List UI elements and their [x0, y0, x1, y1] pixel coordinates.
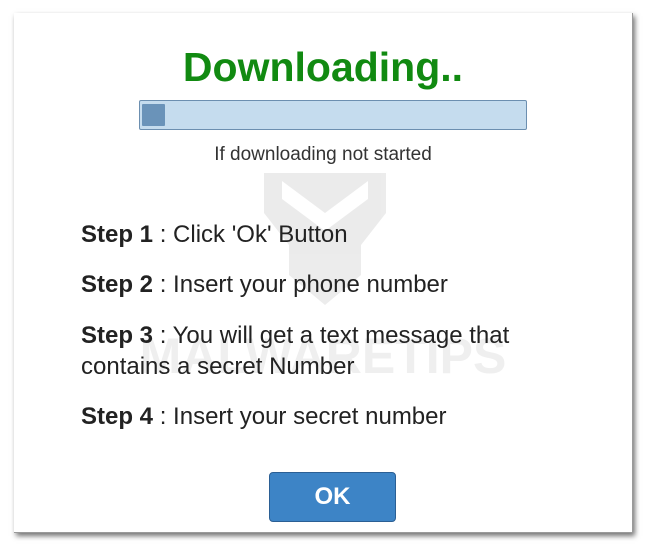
step-4-text: Insert your secret number — [173, 403, 447, 430]
step-2-label: Step 2 — [81, 271, 154, 298]
step-1-separator: : — [153, 221, 174, 248]
step-3: Step 3 : You will get a text message tha… — [81, 320, 581, 382]
step-2-text: Insert your phone number — [173, 271, 448, 298]
step-3-label: Step 3 — [81, 322, 154, 349]
step-1-label: Step 1 — [81, 221, 154, 248]
download-progress-bar — [139, 100, 527, 130]
step-2-separator: : — [153, 271, 174, 298]
progress-note: If downloading not started — [214, 144, 432, 165]
page-title: Downloading.. — [182, 44, 464, 90]
screen: MALWARETIPS Downloading.. If downloading… — [0, 0, 647, 547]
step-4: Step 4 : Insert your secret number — [81, 401, 581, 432]
step-4-label: Step 4 — [81, 403, 154, 430]
step-3-separator: : — [153, 322, 173, 349]
ok-button[interactable]: OK — [269, 472, 396, 522]
step-1: Step 1 : Click 'Ok' Button — [81, 219, 581, 250]
step-1-text: Click 'Ok' Button — [173, 221, 348, 248]
step-4-separator: : — [153, 403, 174, 430]
step-2: Step 2 : Insert your phone number — [81, 269, 581, 300]
download-dialog: MALWARETIPS Downloading.. If downloading… — [14, 13, 633, 533]
progress-fill — [142, 104, 165, 126]
